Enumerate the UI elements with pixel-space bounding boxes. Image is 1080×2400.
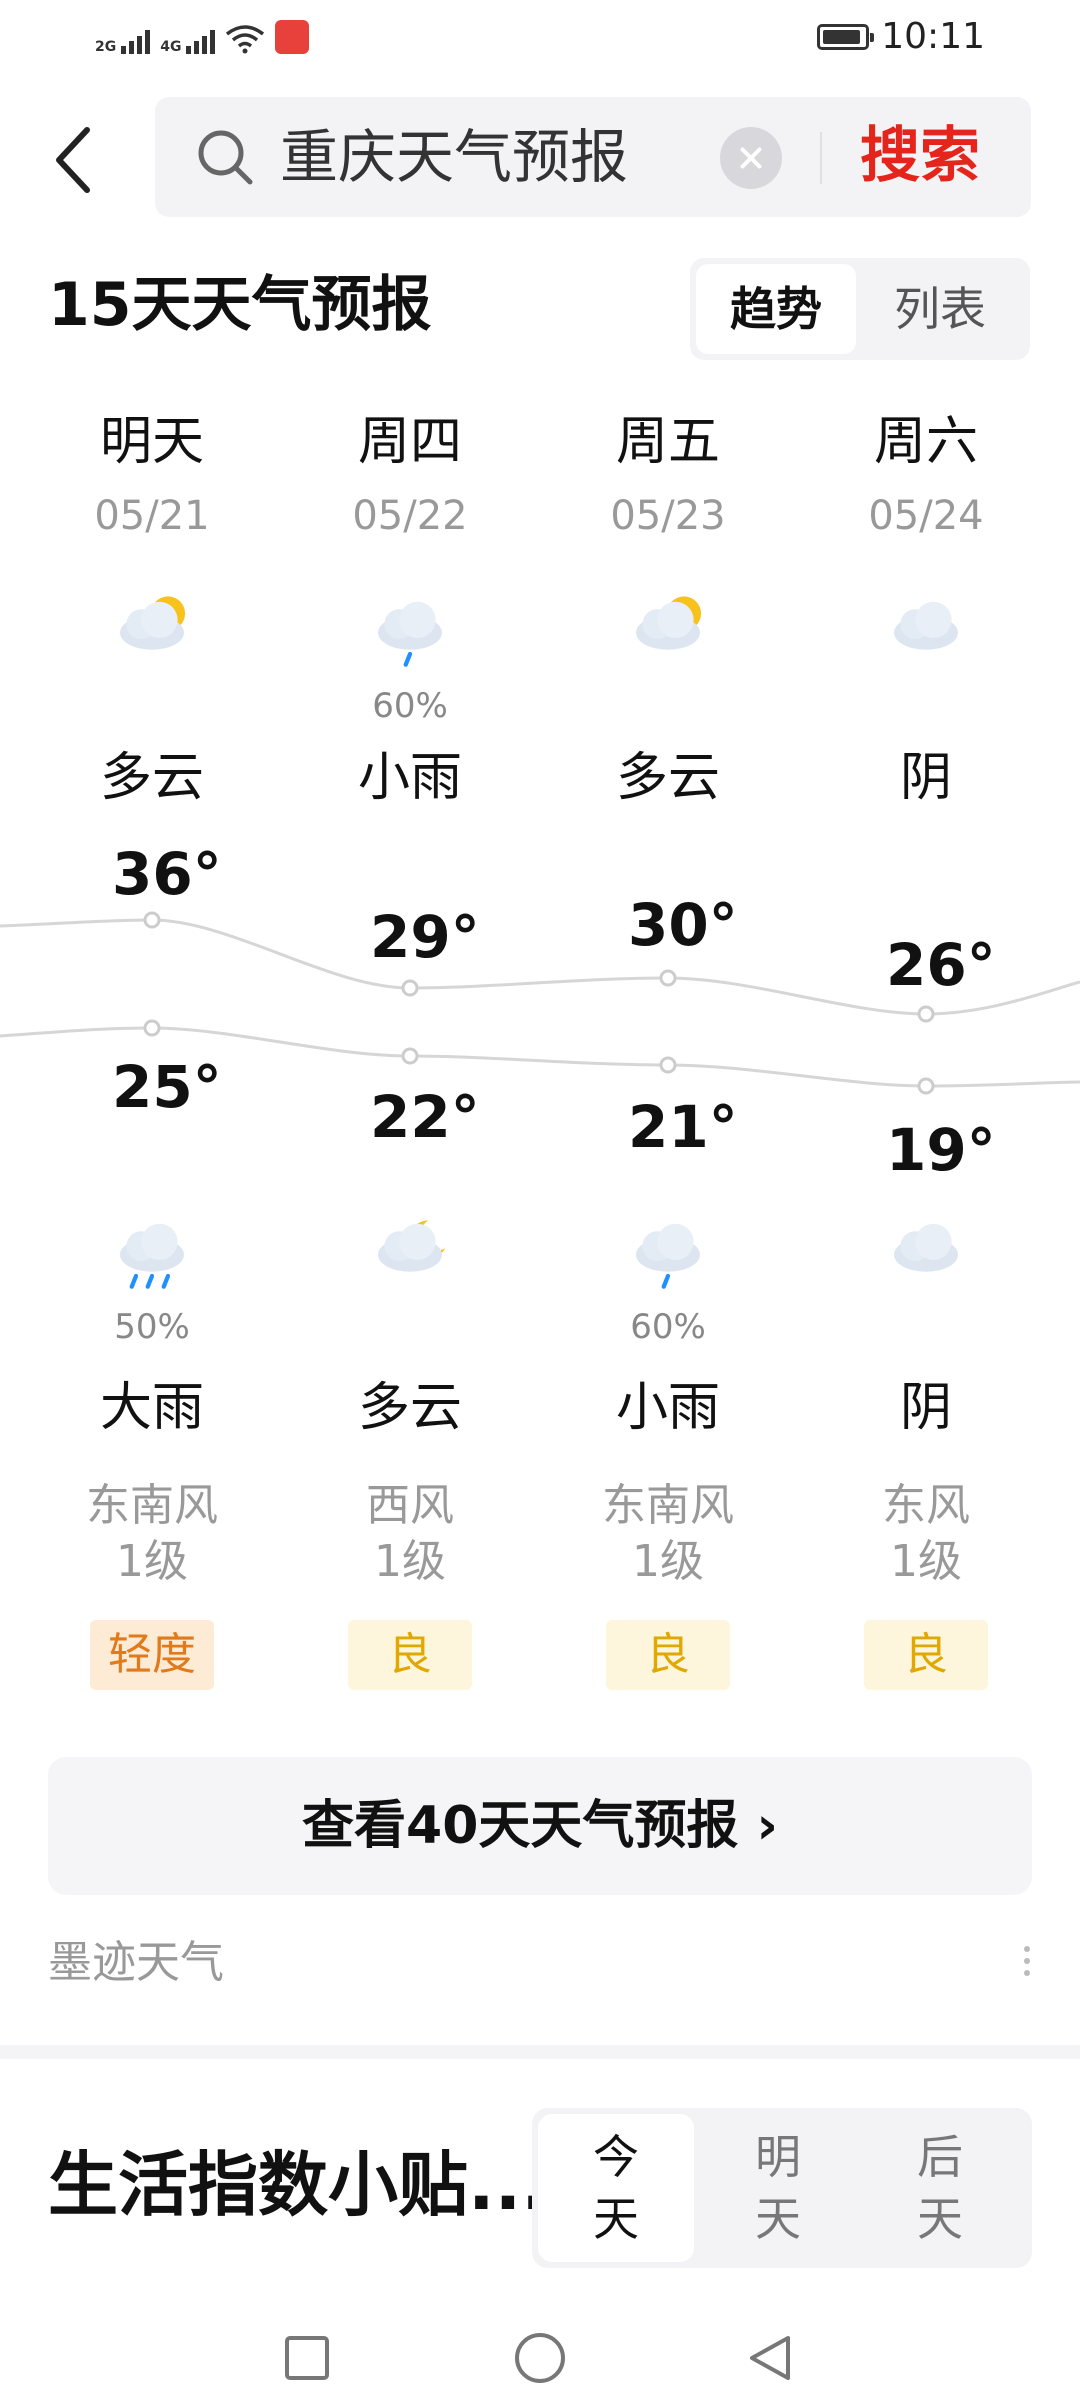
high-temp-point (143, 911, 161, 929)
network-type-1: 2G (95, 39, 117, 55)
tab-list[interactable]: 列表 (860, 264, 1020, 354)
clock: 10:11 (881, 16, 985, 57)
search-input[interactable]: 重庆天气预报 搜索 (155, 97, 1031, 217)
tab-day-after-label-top: 后 (917, 2130, 963, 2184)
signal-icon: 2G (95, 30, 151, 55)
section-divider (0, 2045, 1080, 2059)
air-quality-badge: 良 (348, 1620, 472, 1690)
tab-tomorrow[interactable]: 明天 (700, 2114, 856, 2262)
home-icon[interactable] (515, 2333, 565, 2383)
light-rain-icon (362, 590, 458, 670)
day-name: 周六 (873, 412, 978, 472)
system-navigation-bar (285, 2333, 790, 2383)
life-index-title: 生活指数小贴... (48, 2144, 548, 2226)
air-quality-badge: 轻度 (90, 1620, 214, 1690)
wifi-icon (226, 25, 265, 54)
precip-chance: 50% (114, 1307, 190, 1347)
network-type-2: 4G (160, 39, 182, 55)
partly-cloudy-icon (104, 590, 200, 670)
wind-level: 1级 (632, 1536, 704, 1587)
night-weather: 多云 (357, 1378, 462, 1438)
day-name: 周五 (615, 412, 720, 472)
day-date: 05/22 (352, 493, 468, 539)
high-temp-point (917, 1005, 935, 1023)
day-name: 周四 (357, 412, 462, 472)
day-date: 05/21 (94, 493, 210, 539)
tab-tomorrow-label-top: 明 (755, 2130, 801, 2184)
tab-tomorrow-label-bottom: 天 (755, 2192, 801, 2246)
day-weather: 阴 (899, 748, 952, 808)
low-temp-line (0, 1026, 1080, 1088)
low-temp-point (143, 1019, 161, 1037)
partly-cloudy-icon (620, 590, 716, 670)
tab-today-label-top: 今 (593, 2130, 639, 2184)
precip-chance: 60% (630, 1307, 706, 1347)
night-weather: 阴 (899, 1378, 952, 1438)
low-temp-point (659, 1056, 677, 1074)
night-weather: 大雨 (99, 1378, 204, 1438)
recent-apps-icon[interactable] (285, 2336, 329, 2380)
wind-direction: 西风 (366, 1480, 454, 1531)
wind-direction: 东南风 (602, 1480, 734, 1531)
high-temp-point (659, 969, 677, 987)
air-quality-badge: 良 (864, 1620, 988, 1690)
high-temp-point (401, 979, 419, 997)
day-date: 05/24 (868, 493, 984, 539)
forecast-day-column[interactable]: 周六 05/24 (816, 412, 1036, 540)
wind-direction: 东风 (882, 1480, 970, 1531)
wind-level: 1级 (890, 1536, 962, 1587)
light-rain-icon (620, 1212, 716, 1292)
life-day-tabs: 今天 明天 后天 (532, 2108, 1032, 2268)
tab-today-label-bottom: 天 (593, 2192, 639, 2246)
more-options-icon[interactable] (1022, 1940, 1032, 1992)
source-label: 墨迹天气 (48, 1937, 224, 1988)
status-bar: 2G 4G 10:11 (0, 0, 1080, 80)
forecast-day-column[interactable]: 明天 05/21 (42, 412, 262, 540)
back-icon[interactable] (750, 2336, 790, 2380)
app-notification-icon (275, 20, 310, 54)
low-temp-point (401, 1047, 419, 1065)
back-arrow-icon[interactable] (45, 120, 105, 200)
wind-level: 1级 (116, 1536, 188, 1587)
precip-chance: 60% (372, 686, 448, 726)
search-button[interactable]: 搜索 (860, 119, 980, 193)
air-quality-badge: 良 (606, 1620, 730, 1690)
tab-today[interactable]: 今天 (538, 2114, 694, 2262)
day-weather: 小雨 (357, 748, 462, 808)
wind-level: 1级 (374, 1536, 446, 1587)
cloudy-night-icon (362, 1212, 458, 1292)
view-toggle: 趋势 列表 (690, 258, 1030, 360)
tab-day-after-label-bottom: 天 (917, 2192, 963, 2246)
search-bar: 重庆天气预报 搜索 (0, 95, 1080, 225)
forecast-day-column[interactable]: 周四 05/22 (300, 412, 520, 540)
search-query: 重庆天气预报 (280, 123, 629, 191)
day-date: 05/23 (610, 493, 726, 539)
day-weather: 多云 (615, 748, 720, 808)
forecast-title: 15天天气预报 (48, 270, 432, 340)
low-temp-point (917, 1077, 935, 1095)
tab-day-after[interactable]: 后天 (862, 2114, 1018, 2262)
temperature-trend-chart (0, 911, 1080, 1095)
overcast-icon (878, 590, 974, 670)
high-temp-line (0, 918, 1080, 1016)
forecast-day-column[interactable]: 周五 05/23 (558, 412, 778, 540)
tab-trend[interactable]: 趋势 (696, 264, 856, 354)
signal-icon: 4G (160, 30, 216, 55)
heavy-rain-icon (104, 1212, 200, 1292)
overcast-icon (878, 1212, 974, 1292)
divider (820, 132, 822, 184)
day-name: 明天 (99, 412, 204, 472)
day-weather: 多云 (99, 748, 204, 808)
clear-icon[interactable] (720, 127, 782, 189)
battery-icon (817, 23, 875, 50)
view-40-day-forecast-button[interactable]: 查看40天天气预报 › (48, 1757, 1032, 1895)
wind-direction: 东南风 (86, 1480, 218, 1531)
night-weather: 小雨 (615, 1378, 720, 1438)
search-icon (198, 130, 253, 185)
